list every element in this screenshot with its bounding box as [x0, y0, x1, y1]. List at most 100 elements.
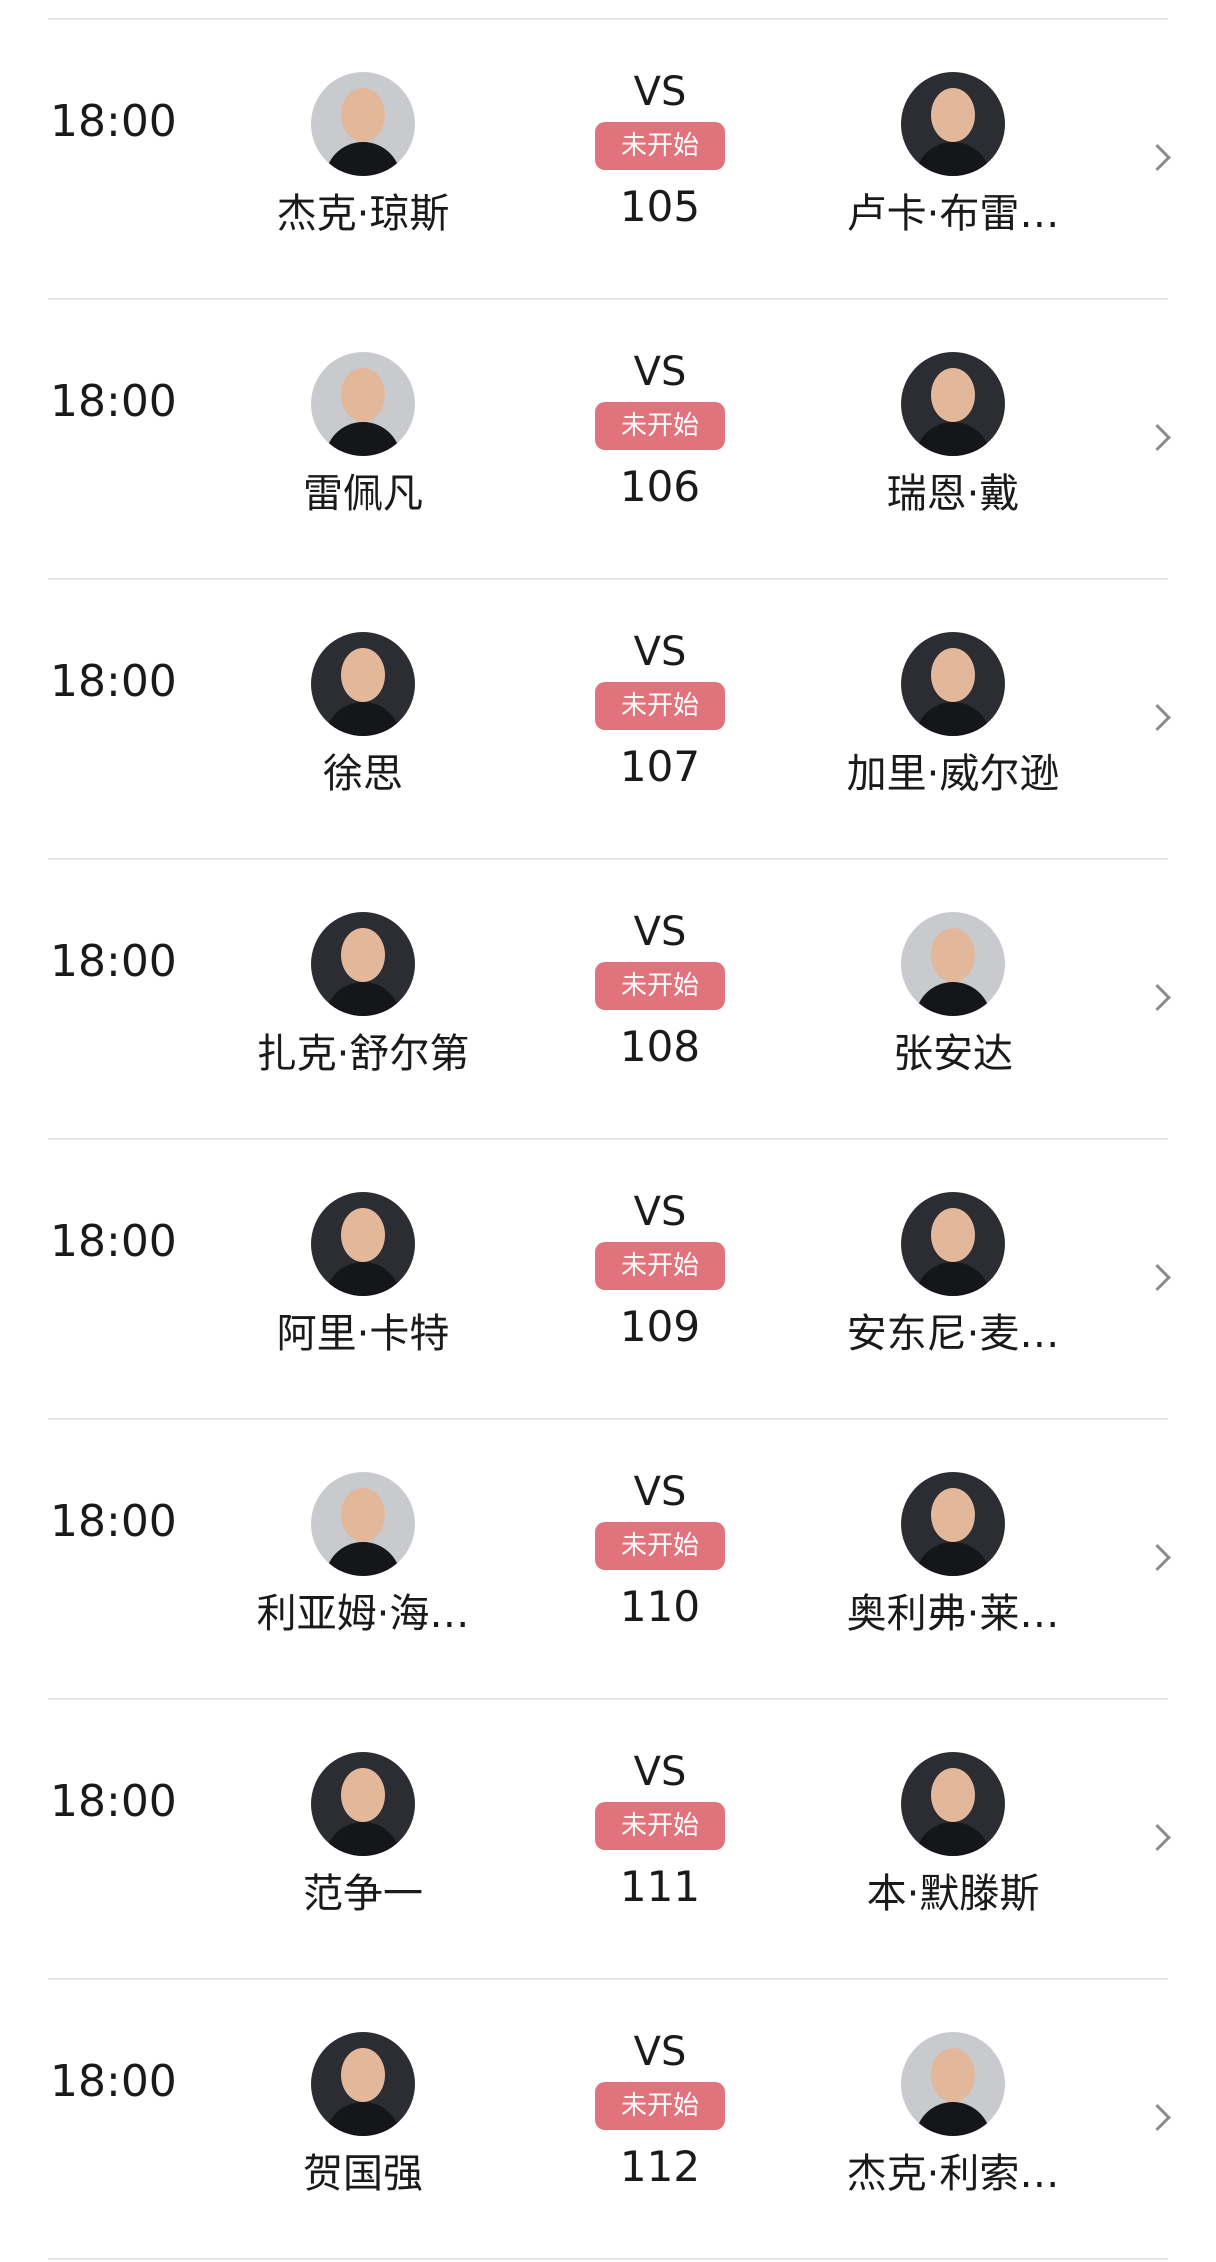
- status-badge: 未开始: [595, 962, 725, 1010]
- match-row[interactable]: 18:00 雷佩凡 VS 未开始 106 瑞恩·戴: [0, 300, 1216, 580]
- match-center: VS 未开始 110: [588, 1468, 732, 1634]
- home-player-avatar: [311, 1752, 415, 1856]
- home-player-name: 扎克·舒尔第: [256, 1031, 470, 1077]
- away-player-avatar: [901, 1192, 1005, 1296]
- match-number: 110: [619, 1582, 701, 1631]
- match-center: VS 未开始 106: [588, 348, 732, 514]
- home-player-avatar: [311, 352, 415, 456]
- home-player[interactable]: 扎克·舒尔第: [228, 912, 498, 1082]
- match-number: 112: [619, 2142, 701, 2191]
- home-player[interactable]: 徐思: [228, 632, 498, 802]
- status-badge: 未开始: [595, 122, 725, 170]
- status-badge: 未开始: [595, 682, 725, 730]
- match-time: 18:00: [50, 1216, 177, 1267]
- match-row[interactable]: 18:00 杰克·琼斯 VS 未开始 105 卢卡·布雷…: [0, 20, 1216, 300]
- match-row[interactable]: 18:00 阿里·卡特 VS 未开始 109 安东尼·麦…: [0, 1140, 1216, 1420]
- match-time: 18:00: [50, 376, 177, 427]
- away-player-name: 张安达: [893, 1031, 1013, 1077]
- home-player[interactable]: 利亚姆·海…: [228, 1472, 498, 1642]
- away-player-name: 安东尼·麦…: [846, 1311, 1060, 1357]
- match-number: 108: [619, 1022, 701, 1071]
- home-player[interactable]: 杰克·琼斯: [228, 72, 498, 242]
- away-player[interactable]: 张安达: [818, 912, 1088, 1082]
- away-player[interactable]: 杰克·利索…: [818, 2032, 1088, 2202]
- chevron-right-icon[interactable]: [1144, 2104, 1171, 2131]
- away-player-avatar: [901, 72, 1005, 176]
- home-player-avatar: [311, 2032, 415, 2136]
- match-number: 111: [619, 1862, 701, 1911]
- match-center: VS 未开始 109: [588, 1188, 732, 1354]
- home-player-name: 徐思: [323, 751, 403, 797]
- match-row[interactable]: 18:00 扎克·舒尔第 VS 未开始 108 张安达: [0, 860, 1216, 1140]
- away-player[interactable]: 加里·威尔逊: [818, 632, 1088, 802]
- home-player-name: 杰克·琼斯: [276, 191, 450, 237]
- vs-label: VS: [633, 1189, 687, 1235]
- match-time: 18:00: [50, 656, 177, 707]
- match-number: 105: [619, 182, 701, 231]
- away-player[interactable]: 安东尼·麦…: [818, 1192, 1088, 1362]
- match-time: 18:00: [50, 2056, 177, 2107]
- away-player-avatar: [901, 1752, 1005, 1856]
- away-player-avatar: [901, 632, 1005, 736]
- away-player-name: 加里·威尔逊: [846, 751, 1060, 797]
- chevron-right-icon[interactable]: [1144, 1264, 1171, 1291]
- match-row[interactable]: 18:00 徐思 VS 未开始 107 加里·威尔逊: [0, 580, 1216, 860]
- away-player[interactable]: 奥利弗·莱…: [818, 1472, 1088, 1642]
- away-player-name: 卢卡·布雷…: [846, 191, 1060, 237]
- chevron-right-icon[interactable]: [1144, 144, 1171, 171]
- row-divider: [48, 2258, 1168, 2260]
- away-player-avatar: [901, 912, 1005, 1016]
- status-badge: 未开始: [595, 1242, 725, 1290]
- vs-label: VS: [633, 2029, 687, 2075]
- vs-label: VS: [633, 909, 687, 955]
- home-player[interactable]: 范争一: [228, 1752, 498, 1922]
- status-badge: 未开始: [595, 402, 725, 450]
- match-center: VS 未开始 107: [588, 628, 732, 794]
- match-center: VS 未开始 112: [588, 2028, 732, 2194]
- home-player[interactable]: 贺国强: [228, 2032, 498, 2202]
- vs-label: VS: [633, 69, 687, 115]
- status-badge: 未开始: [595, 2082, 725, 2130]
- home-player-avatar: [311, 912, 415, 1016]
- match-center: VS 未开始 111: [588, 1748, 732, 1914]
- match-time: 18:00: [50, 96, 177, 147]
- match-time: 18:00: [50, 1776, 177, 1827]
- home-player-name: 雷佩凡: [303, 471, 423, 517]
- home-player-name: 范争一: [303, 1871, 423, 1917]
- match-time: 18:00: [50, 1496, 177, 1547]
- home-player-name: 贺国强: [303, 2151, 423, 2197]
- match-list: 18:00 杰克·琼斯 VS 未开始 105 卢卡·布雷… 18:00 雷佩凡 …: [0, 20, 1216, 2260]
- match-row[interactable]: 18:00 利亚姆·海… VS 未开始 110 奥利弗·莱…: [0, 1420, 1216, 1700]
- match-number: 107: [619, 742, 701, 791]
- chevron-right-icon[interactable]: [1144, 704, 1171, 731]
- chevron-right-icon[interactable]: [1144, 1824, 1171, 1851]
- away-player[interactable]: 本·默滕斯: [818, 1752, 1088, 1922]
- away-player-name: 瑞恩·戴: [886, 471, 1020, 517]
- chevron-right-icon[interactable]: [1144, 1544, 1171, 1571]
- match-row[interactable]: 18:00 范争一 VS 未开始 111 本·默滕斯: [0, 1700, 1216, 1980]
- home-player-name: 阿里·卡特: [276, 1311, 450, 1357]
- home-player-avatar: [311, 1192, 415, 1296]
- status-badge: 未开始: [595, 1802, 725, 1850]
- away-player-name: 本·默滕斯: [866, 1871, 1040, 1917]
- match-time: 18:00: [50, 936, 177, 987]
- vs-label: VS: [633, 1749, 687, 1795]
- away-player[interactable]: 瑞恩·戴: [818, 352, 1088, 522]
- vs-label: VS: [633, 629, 687, 675]
- away-player-name: 奥利弗·莱…: [846, 1591, 1060, 1637]
- away-player-avatar: [901, 2032, 1005, 2136]
- home-player[interactable]: 雷佩凡: [228, 352, 498, 522]
- match-center: VS 未开始 105: [588, 68, 732, 234]
- away-player[interactable]: 卢卡·布雷…: [818, 72, 1088, 242]
- chevron-right-icon[interactable]: [1144, 424, 1171, 451]
- home-player-avatar: [311, 632, 415, 736]
- match-number: 106: [619, 462, 701, 511]
- vs-label: VS: [633, 349, 687, 395]
- home-player[interactable]: 阿里·卡特: [228, 1192, 498, 1362]
- vs-label: VS: [633, 1469, 687, 1515]
- match-row[interactable]: 18:00 贺国强 VS 未开始 112 杰克·利索…: [0, 1980, 1216, 2260]
- match-number: 109: [619, 1302, 701, 1351]
- chevron-right-icon[interactable]: [1144, 984, 1171, 1011]
- home-player-avatar: [311, 72, 415, 176]
- away-player-avatar: [901, 352, 1005, 456]
